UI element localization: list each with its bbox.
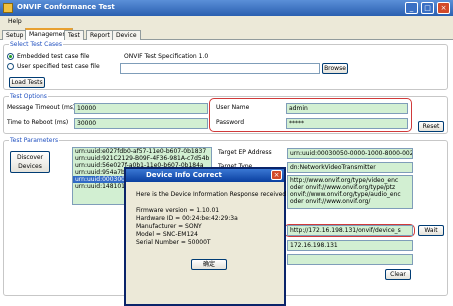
title-bar: ONVIF Conformance Test _ □ × [0, 0, 453, 16]
device-row[interactable]: urn:uuid:921C2129-B09F-4F36-981A-c7d54b [73, 155, 211, 162]
select-test-cases-group: Select Test Cases Embedded test case fil… [3, 41, 448, 90]
model-line: Model = SNC-EM124 [136, 231, 198, 238]
browse-button[interactable]: Browse [322, 63, 348, 74]
dialog-title: Device Info Correct [126, 169, 284, 182]
device-row[interactable]: urn:uuid:e027fdb0-af57-11e0-b607-0b1837 [73, 148, 211, 155]
ep-address-input[interactable]: urn:uuid:00030050-0000-1000-8000-0024ba [287, 148, 413, 159]
scope-line: onvif://www.onvif.org/type/audio_enc [290, 191, 401, 198]
app-icon [3, 3, 13, 13]
ip-address-input[interactable]: 172.16.198.131 [287, 240, 413, 251]
reset-button[interactable]: Reset [418, 121, 444, 132]
test-parameters-legend: Test Parameters [9, 137, 60, 144]
device-info-dialog: Device Info Correct × Here is the Device… [124, 167, 286, 306]
tab-setup[interactable]: Setup [2, 30, 28, 40]
user-specified-radio[interactable] [7, 63, 14, 70]
tab-strip: Setup Management Test Report Device [0, 28, 453, 40]
reboot-input[interactable]: 30000 [74, 118, 208, 129]
test-case-file-input[interactable] [120, 63, 320, 74]
dialog-intro: Here is the Device Information Response … [136, 191, 287, 198]
clear-button[interactable]: Clear [385, 269, 411, 280]
menu-bar: Help [0, 16, 453, 28]
extra-field[interactable] [287, 254, 413, 265]
embedded-label: Embedded test case file [17, 53, 90, 60]
discover-devices-button[interactable]: Discover Devices [10, 151, 50, 173]
target-type-input[interactable]: dn:NetworkVideoTransmitter [287, 162, 413, 173]
dialog-close-button[interactable]: × [271, 170, 282, 180]
message-timeout-label: Message Timeout (ms) [7, 104, 76, 111]
close-button[interactable]: × [437, 2, 450, 14]
reboot-label: Time to Reboot (ms) [7, 119, 69, 126]
tab-report[interactable]: Report [86, 30, 114, 40]
test-options-group: Test Options Message Timeout (ms) 10000 … [3, 93, 448, 134]
user-specified-label: User specified test case file [17, 63, 100, 70]
menu-help[interactable]: Help [8, 18, 22, 25]
service-address-input[interactable]: http://172.16.198.131/onvif/device_s [287, 225, 413, 236]
scopes-textarea[interactable]: http://www.onvif.org/type/video_enc oder… [287, 175, 413, 209]
tab-test[interactable]: Test [64, 30, 84, 40]
ep-address-label: Target EP Address [218, 149, 272, 156]
firmware-line: Firmware version = 1.10.01 [136, 207, 220, 214]
ok-button[interactable]: 确定 [191, 259, 227, 270]
embedded-radio[interactable] [7, 53, 14, 60]
username-label: User Name [216, 104, 250, 111]
username-input[interactable]: admin [286, 103, 408, 114]
password-input[interactable]: ***** [286, 118, 408, 129]
load-tests-button[interactable]: Load Tests [9, 77, 45, 88]
password-label: Password [216, 119, 245, 126]
scope-line: oder onvif://www.onvif.org/ [290, 198, 371, 205]
message-timeout-input[interactable]: 10000 [74, 103, 208, 114]
maximize-button[interactable]: □ [421, 2, 434, 14]
minimize-button[interactable]: _ [405, 2, 418, 14]
wait-button[interactable]: Wait [418, 225, 444, 236]
scope-line: oder onvif://www.onvif.org/type/ptz [290, 184, 396, 191]
manufacturer-line: Manufacturer = SONY [136, 223, 202, 230]
test-options-legend: Test Options [9, 93, 48, 100]
scope-line: http://www.onvif.org/type/video_enc [290, 177, 399, 184]
hardware-line: Hardware ID = 00:24:be:42:29:3a [136, 215, 238, 222]
select-test-cases-legend: Select Test Cases [9, 41, 63, 48]
serial-line: Serial Number = 50000T [136, 239, 211, 246]
window-title: ONVIF Conformance Test [17, 3, 115, 11]
spec-name: ONVIF Test Specification 1.0 [124, 53, 209, 60]
tab-device[interactable]: Device [112, 30, 141, 40]
